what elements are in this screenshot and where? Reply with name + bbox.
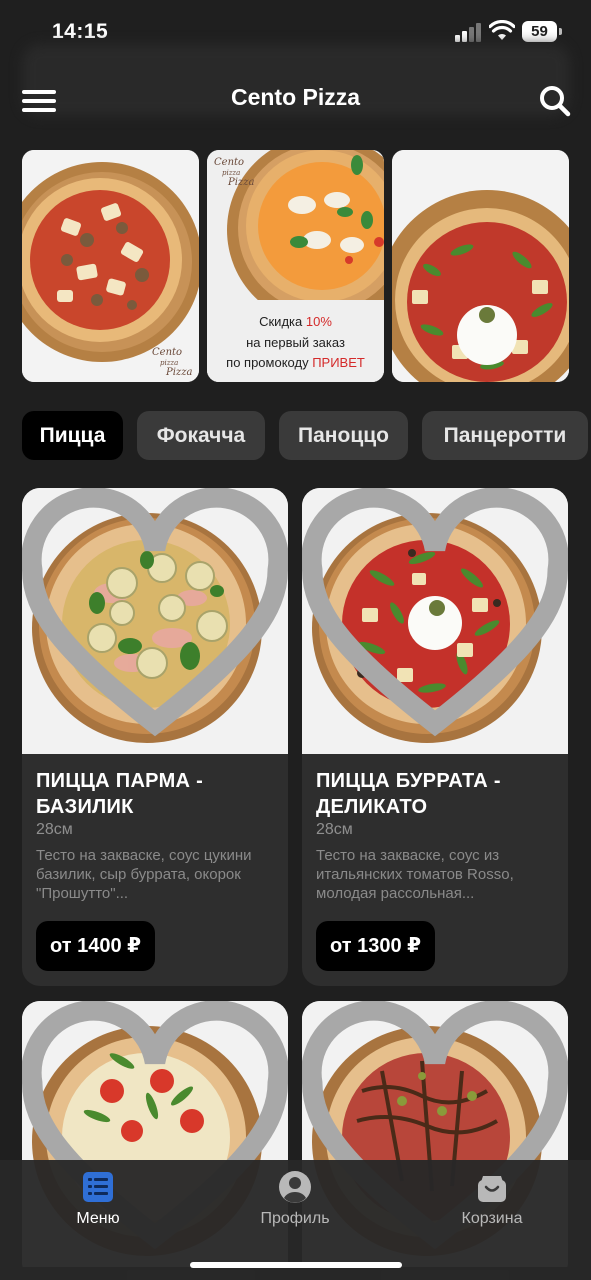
promo-card[interactable]: Cento pizza Pizza [22, 150, 199, 382]
promo-discount-text: Скидка 10% [259, 314, 332, 329]
product-size: 28см [316, 821, 353, 838]
favorite-heart-icon[interactable] [22, 488, 288, 754]
home-indicator[interactable] [190, 1262, 402, 1268]
product-name: ПИЦЦА БУРРАТА - ДЕЛИКАТО [316, 770, 501, 818]
nav-profile[interactable]: Профиль [235, 1170, 355, 1228]
brand-logo: Cento pizza Pizza [214, 157, 255, 188]
battery-level: 59 [522, 21, 557, 42]
wifi-icon [489, 20, 515, 40]
basket-icon [478, 1176, 506, 1202]
nav-basket-label: Корзина [461, 1210, 523, 1227]
battery-icon: 59 [522, 21, 562, 42]
product-description: Тесто на закваске, соус из итальянских т… [316, 847, 514, 902]
tab-pizza[interactable]: Пицца [22, 411, 123, 460]
profile-icon [279, 1171, 311, 1203]
tab-focaccia[interactable]: Фокачча [137, 411, 265, 460]
product-card[interactable]: ПИЦЦА БУРРАТА - ДЕЛИКАТО 28см Тесто на з… [302, 488, 568, 986]
brand-logo: Cento pizza Pizza [152, 347, 193, 378]
price-button[interactable]: от 1400 ₽ [36, 921, 156, 971]
product-size: 28см [36, 821, 73, 838]
app-title: Cento Pizza [230, 84, 361, 110]
promo-code-text: по промокоду ПРИВЕТ [226, 355, 365, 370]
product-name: ПИЦЦА ПАРМА - БАЗИЛИК [36, 770, 204, 818]
nav-menu[interactable]: Меню [38, 1170, 158, 1228]
signal-icon [455, 23, 481, 42]
favorite-heart-icon[interactable] [302, 488, 568, 754]
product-image [22, 488, 288, 754]
price-button[interactable]: от 1300 ₽ [316, 921, 436, 971]
promo-card-discount[interactable]: Cento pizza Pizza Скидка 10% на первый з… [207, 150, 384, 382]
promo-first-order-text: на первый заказ [246, 335, 345, 350]
product-description: Тесто на закваске, соус цукини базилик, … [36, 847, 252, 902]
app-header: Cento Pizza [0, 70, 591, 130]
nav-profile-label: Профиль [260, 1210, 330, 1227]
menu-list-icon [83, 1172, 113, 1202]
promo-card[interactable] [392, 150, 569, 382]
status-time: 14:15 [52, 20, 109, 43]
tab-panzerotti[interactable]: Панцеротти [422, 411, 588, 460]
nav-menu-label: Меню [76, 1210, 120, 1227]
pizza-image [392, 150, 569, 382]
promo-carousel: Cento pizza Pizza Cento pizza Pizza Скид… [22, 150, 591, 382]
nav-basket[interactable]: Корзина [432, 1170, 552, 1228]
product-image [302, 488, 568, 754]
tab-panozzo[interactable]: Паноццо [279, 411, 408, 460]
category-tabs: Пицца Фокачча Паноццо Панцеротти [22, 411, 591, 461]
search-icon[interactable] [538, 84, 572, 118]
product-card[interactable]: ПИЦЦА ПАРМА - БАЗИЛИК 28см Тесто на закв… [22, 488, 288, 986]
